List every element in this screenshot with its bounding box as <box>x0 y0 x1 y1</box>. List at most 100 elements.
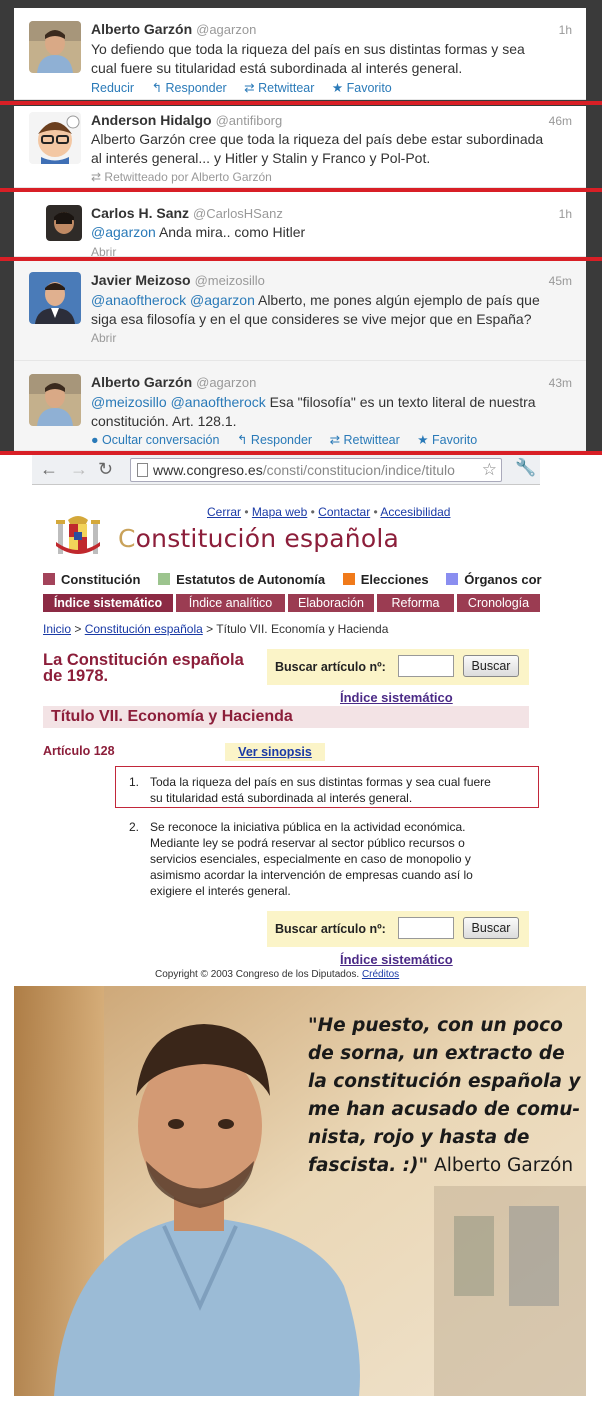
retweet-icon: ⇄ <box>91 170 102 184</box>
search-label: Buscar artículo nº: <box>275 922 386 936</box>
tweet[interactable]: Alberto Garzón @agarzon 43m @meizosillo @… <box>14 361 586 451</box>
tweet[interactable]: Javier Meizoso @meizosillo 45m @anaofther… <box>14 261 586 361</box>
hide-conversation-link[interactable]: ● Ocultar conversación <box>91 433 219 447</box>
congreso-page: Cerrar • Mapa web • Contactar • Accesibi… <box>32 486 542 986</box>
mention-link[interactable]: @meizosillo <box>91 394 167 410</box>
article-item: 2. Se reconoce la iniciativa pública en … <box>129 820 473 898</box>
avatar[interactable] <box>29 112 81 164</box>
section-organos[interactable]: Órganos cor <box>446 572 542 587</box>
reply-icon: ↰ <box>236 433 248 447</box>
retweet-button[interactable]: ⇄ Retwittear <box>330 433 400 447</box>
retweet-icon: ⇄ <box>244 81 255 95</box>
article-number: Artículo 128 <box>43 744 115 758</box>
tweet-time[interactable]: 1h <box>559 207 572 221</box>
tweet-time[interactable]: 45m <box>549 274 572 288</box>
close-link[interactable]: Cerrar <box>207 505 241 519</box>
reply-icon: ↰ <box>151 81 163 95</box>
accessibility-link[interactable]: Accesibilidad <box>380 505 450 519</box>
search-label: Buscar artículo nº: <box>275 660 386 674</box>
contact-link[interactable]: Contactar <box>318 505 370 519</box>
tweet-handle[interactable]: @agarzon <box>196 375 256 390</box>
coat-of-arms-logo[interactable] <box>54 512 102 562</box>
index-link[interactable]: Índice sistemático <box>340 690 453 705</box>
page-title: La Constitución española de 1978. <box>43 651 244 685</box>
reply-button[interactable]: ↰ Responder <box>237 433 312 447</box>
tweet-actions: ● Ocultar conversación ↰ Responder ⇄ Ret… <box>91 432 491 447</box>
favorite-button[interactable]: ★ Favorito <box>417 433 477 447</box>
tweet-text: Alberto Garzón cree que toda la riqueza … <box>91 131 544 166</box>
tweet-author[interactable]: Carlos H. Sanz @CarlosHSanz <box>91 205 283 221</box>
tab-indice-analitico[interactable]: Índice analítico <box>176 594 285 612</box>
section-constitucion[interactable]: Constitución <box>43 572 140 587</box>
sinopsis-link[interactable]: Ver sinopsis <box>225 743 325 761</box>
section-nav: Constitución Estatutos de Autonomía Elec… <box>43 572 556 587</box>
article-number-input[interactable] <box>398 917 454 939</box>
tweet-author[interactable]: Alberto Garzón @agarzon <box>91 374 256 390</box>
breadcrumb-home[interactable]: Inicio <box>43 622 71 636</box>
tab-reforma[interactable]: Reforma <box>377 594 454 612</box>
open-link[interactable]: Abrir <box>91 331 116 345</box>
avatar[interactable] <box>46 205 82 241</box>
tab-elaboracion[interactable]: Elaboración <box>288 594 374 612</box>
index-link[interactable]: Índice sistemático <box>340 952 453 967</box>
mention-link[interactable]: @agarzon <box>91 224 156 240</box>
mention-link[interactable]: @agarzon <box>190 292 255 308</box>
back-arrow-icon[interactable]: ← <box>40 459 58 480</box>
tweet-handle[interactable]: @antifiborg <box>216 113 283 128</box>
tweet-handle[interactable]: @meizosillo <box>195 273 265 288</box>
forward-arrow-icon[interactable]: → <box>70 459 88 480</box>
tweet-text: @agarzon Anda mira.. como Hitler <box>91 224 306 240</box>
site-brand[interactable]: Constitución española <box>118 524 399 553</box>
mention-link[interactable]: @anaoftherock <box>171 394 266 410</box>
quote-text: "He puesto, con un poco de sorna, un ext… <box>308 1015 581 1176</box>
copyright: Copyright © 2003 Congreso de los Diputad… <box>155 969 400 980</box>
star-icon: ★ <box>417 433 429 447</box>
sitemap-link[interactable]: Mapa web <box>252 505 307 519</box>
section-elecciones[interactable]: Elecciones <box>342 572 429 587</box>
search-button[interactable]: Buscar <box>463 655 519 677</box>
tweet[interactable]: Carlos H. Sanz @CarlosHSanz 1h @agarzon A… <box>14 192 586 259</box>
tweet-author[interactable]: Javier Meizoso @meizosillo <box>91 272 265 288</box>
wrench-icon[interactable]: 🔧 <box>515 458 536 478</box>
reply-button[interactable]: ↰ Responder <box>152 81 227 95</box>
article-search: Buscar artículo nº: Buscar <box>267 649 529 685</box>
retweet-button[interactable]: ⇄ Retwittear <box>244 81 314 95</box>
tweet-author[interactable]: Alberto Garzón @agarzon <box>91 21 256 37</box>
collapse-link[interactable]: Reducir <box>91 81 134 95</box>
portrait-photo: "He puesto, con un poco de sorna, un ext… <box>14 986 586 1396</box>
credits-link[interactable]: Créditos <box>362 969 399 980</box>
breadcrumb-current: Título VII. Economía y Hacienda <box>216 622 389 636</box>
section-estatutos[interactable]: Estatutos de Autonomía <box>158 572 325 587</box>
section-title: Título VII. Economía y Hacienda <box>43 706 529 728</box>
tweet[interactable]: Alberto Garzón @agarzon 1h Yo defiendo qu… <box>14 8 586 100</box>
page-icon <box>137 463 148 477</box>
tweet-handle[interactable]: @agarzon <box>196 22 256 37</box>
search-button[interactable]: Buscar <box>463 917 519 939</box>
article-number-input[interactable] <box>398 655 454 677</box>
tweet-text: @anaoftherock @agarzon Alberto, me pones… <box>91 292 540 327</box>
article-item: 1. Toda la riqueza del país en sus disti… <box>129 775 491 805</box>
speech-bubble-icon: ● <box>91 433 99 447</box>
tweet-time[interactable]: 1h <box>559 23 572 37</box>
retweet-icon: ⇄ <box>329 433 341 447</box>
mention-link[interactable]: @anaoftherock <box>91 292 186 308</box>
avatar[interactable] <box>29 272 81 324</box>
bookmark-star-icon[interactable]: ☆ <box>479 459 497 481</box>
tab-indice-sistematico[interactable]: Índice sistemático <box>43 594 173 612</box>
article-search-bottom: Buscar artículo nº: Buscar <box>267 911 529 947</box>
favorite-button[interactable]: ★ Favorito <box>332 81 392 95</box>
top-links: Cerrar • Mapa web • Contactar • Accesibi… <box>207 505 451 519</box>
tweet[interactable]: Anderson Hidalgo @antifiborg 46m Alberto … <box>14 106 586 188</box>
avatar[interactable] <box>29 374 81 426</box>
tweet-handle[interactable]: @CarlosHSanz <box>193 206 283 221</box>
tweet-author[interactable]: Anderson Hidalgo @antifiborg <box>91 112 282 128</box>
tweet-time[interactable]: 43m <box>549 376 572 390</box>
tweet-time[interactable]: 46m <box>549 114 572 128</box>
tab-cronologia[interactable]: Cronología <box>457 594 540 612</box>
address-bar[interactable]: www.congreso.es/consti/constitucion/indi… <box>130 458 502 482</box>
tweet-text: @meizosillo @anaoftherock Esa "filosofía… <box>91 394 536 429</box>
reload-icon[interactable]: ↻ <box>98 459 113 480</box>
browser-toolbar: ← → ↻ www.congreso.es/consti/constitucio… <box>32 455 540 485</box>
breadcrumb-section[interactable]: Constitución española <box>85 622 203 636</box>
avatar[interactable] <box>29 21 81 73</box>
